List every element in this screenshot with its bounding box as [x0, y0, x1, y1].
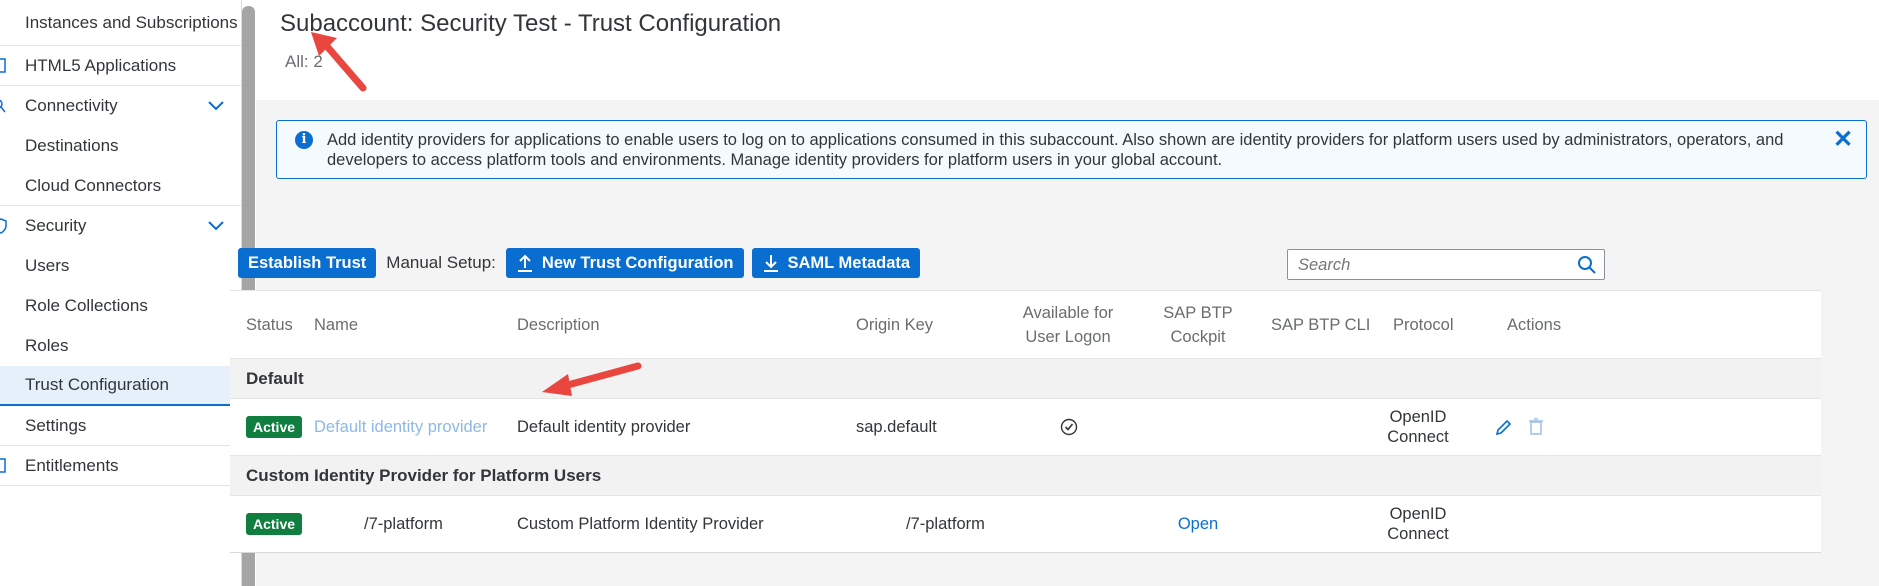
search-icon[interactable]	[1577, 255, 1597, 275]
document-icon	[0, 457, 6, 473]
sidebar-item-settings[interactable]: Settings	[0, 406, 241, 446]
column-header-cli: SAP BTP CLI	[1271, 315, 1371, 334]
identity-provider-name-link[interactable]: Default identity provider	[314, 415, 487, 439]
sidebar-item-label: Connectivity	[25, 95, 118, 115]
table-header-row: Status Name Description Origin Key Avail…	[230, 291, 1821, 359]
table-row[interactable]: Active Default identity provider Default…	[230, 399, 1821, 456]
sidebar-item-label: Cloud Connectors	[25, 175, 162, 195]
sidebar-item-trust-configuration[interactable]: Trust Configuration	[0, 366, 241, 406]
sidebar-item-cloud-connectors[interactable]: Cloud Connectors	[0, 166, 241, 206]
table-toolbar: Establish Trust Manual Setup: New Trust …	[238, 248, 921, 278]
sidebar-item-label: Instances and Subscriptions	[25, 12, 238, 32]
sidebar-item-connectivity[interactable]: Connectivity	[0, 86, 241, 126]
status-badge: Active	[246, 416, 303, 438]
chevron-down-icon[interactable]	[207, 220, 225, 232]
sidebar-item-label: Role Collections	[25, 295, 148, 315]
edit-icon[interactable]	[1494, 417, 1514, 437]
sidebar-item-instances[interactable]: Instances and Subscriptions	[0, 0, 241, 46]
table-row[interactable]: Active /7-platform Custom Platform Ident…	[230, 496, 1821, 553]
annotation-arrow-title	[311, 32, 367, 92]
upload-icon	[517, 254, 532, 272]
annotation-arrow-custom-idp	[542, 362, 642, 396]
column-header-status: Status	[246, 315, 293, 334]
column-header-origin-key: Origin Key	[856, 315, 934, 334]
sidebar-item-users[interactable]: Users	[0, 246, 241, 286]
saml-metadata-button[interactable]: SAML Metadata	[751, 248, 921, 278]
close-icon[interactable]: ✕	[1832, 128, 1854, 152]
main-content: Subaccount: Security Test - Trust Config…	[230, 0, 1879, 586]
description-cell: Custom Platform Identity Provider	[517, 515, 764, 533]
sidebar-item-label: HTML5 Applications	[25, 55, 177, 75]
sidebar-item-label: Security	[25, 215, 87, 235]
column-header-name: Name	[314, 315, 359, 334]
new-trust-label: New Trust Configuration	[541, 253, 734, 272]
column-header-available-for-logon: Available for User Logon	[1022, 303, 1114, 346]
delete-icon[interactable]	[1526, 417, 1546, 437]
column-header-description: Description	[517, 315, 600, 334]
chevron-down-icon[interactable]	[207, 100, 225, 112]
shield-icon	[0, 217, 7, 234]
new-trust-configuration-button[interactable]: New Trust Configuration	[505, 248, 744, 278]
column-header-actions: Actions	[1507, 315, 1562, 334]
sidebar-item-destinations[interactable]: Destinations	[0, 126, 241, 166]
group-header-row: Custom Identity Provider for Platform Us…	[230, 456, 1821, 496]
column-header-cockpit: SAP BTP Cockpit	[1163, 303, 1233, 346]
sidebar-item-label: Trust Configuration	[25, 375, 169, 394]
sidebar-item-roles[interactable]: Roles	[0, 326, 241, 366]
protocol-cell: OpenID Connect	[1387, 505, 1449, 543]
trust-configuration-table: Status Name Description Origin Key Avail…	[230, 290, 1821, 553]
group-header-label: Default	[246, 369, 304, 388]
sidebar-item-label: Roles	[25, 335, 69, 355]
download-icon	[763, 255, 778, 272]
group-header-row: Default	[230, 359, 1821, 399]
origin-key-cell: sap.default	[856, 418, 937, 436]
protocol-cell: OpenID Connect	[1387, 408, 1449, 446]
establish-trust-label: Establish Trust	[248, 253, 367, 272]
check-circle-icon	[1060, 418, 1078, 436]
info-message-strip: i Add identity providers for application…	[276, 120, 1867, 179]
sidebar-item-security[interactable]: Security	[0, 206, 241, 246]
info-message-text: Add identity providers for applications …	[327, 131, 1784, 169]
info-icon: i	[295, 131, 313, 149]
description-cell: Default identity provider	[517, 418, 691, 436]
sidebar-item-label: Entitlements	[25, 455, 119, 475]
document-icon	[0, 57, 6, 73]
saml-metadata-label: SAML Metadata	[787, 253, 911, 272]
sidebar-item-label: Settings	[25, 415, 87, 435]
search-input[interactable]	[1298, 254, 1568, 276]
sidebar-item-label: Users	[25, 255, 70, 275]
search-icon	[0, 99, 6, 112]
group-header-label: Custom Identity Provider for Platform Us…	[246, 466, 602, 485]
sidebar-item-html5[interactable]: HTML5 Applications	[0, 46, 241, 86]
search-field[interactable]	[1287, 249, 1605, 280]
sidebar-item-label: Destinations	[25, 135, 119, 155]
side-navigation: Instances and Subscriptions HTML5 Applic…	[0, 0, 242, 586]
column-header-protocol: Protocol	[1393, 315, 1454, 334]
establish-trust-button[interactable]: Establish Trust	[238, 248, 377, 278]
sidebar-item-role-collections[interactable]: Role Collections	[0, 286, 241, 326]
status-badge: Active	[246, 513, 303, 535]
manual-setup-label: Manual Setup:	[386, 253, 496, 272]
page-header: Subaccount: Security Test - Trust Config…	[256, 0, 1879, 100]
origin-key-cell: /7-platform	[906, 515, 985, 533]
sidebar-item-entitlements[interactable]: Entitlements	[0, 446, 241, 486]
open-cockpit-link[interactable]: Open	[1158, 512, 1238, 536]
identity-provider-name-link[interactable]: /7-platform	[364, 512, 443, 536]
